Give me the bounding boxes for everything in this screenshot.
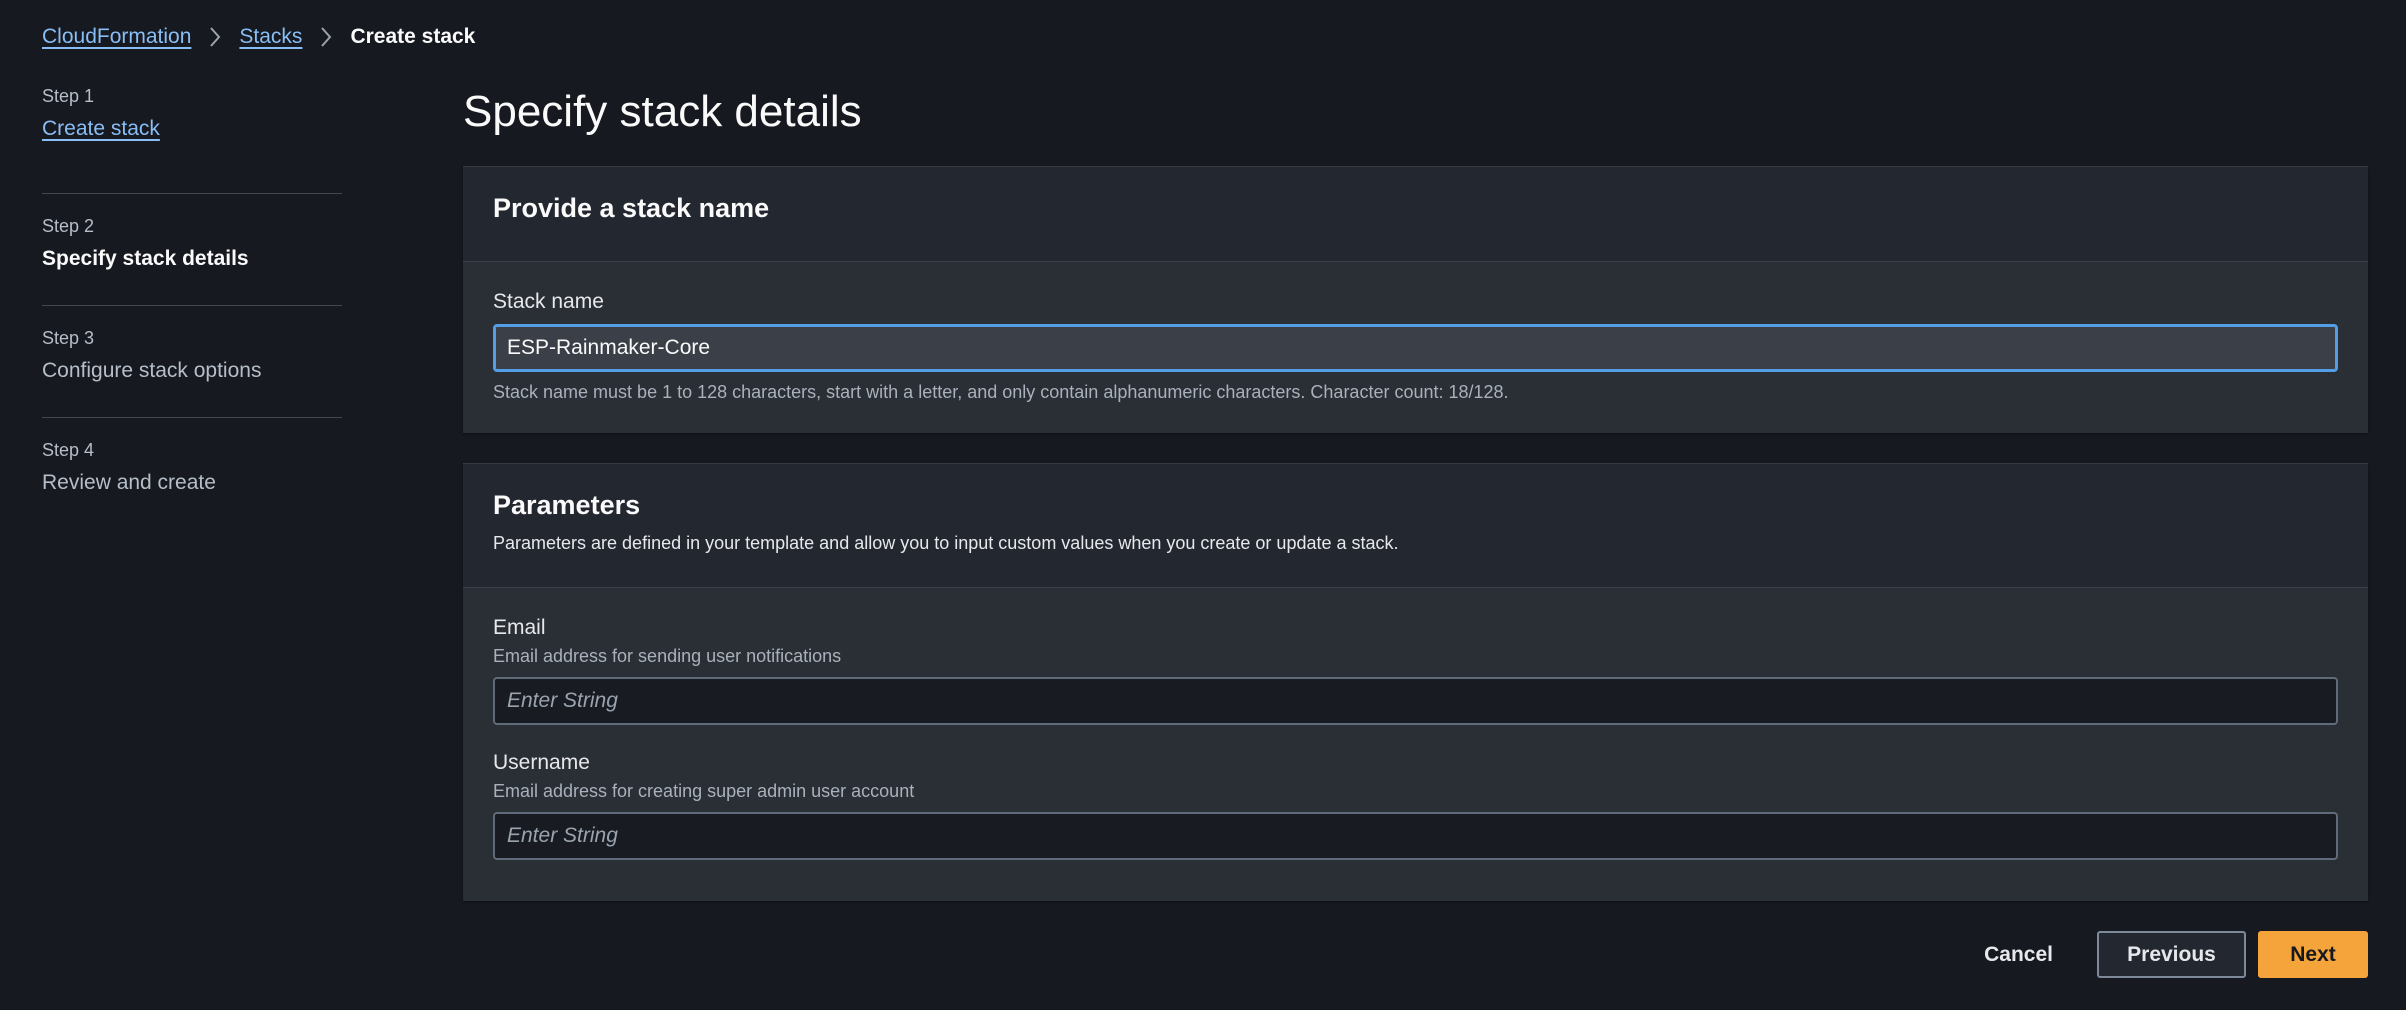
wizard-step-3: Step 3 Configure stack options <box>42 306 342 418</box>
cancel-button[interactable]: Cancel <box>1964 931 2073 978</box>
field-description: Email address for creating super admin u… <box>493 781 915 801</box>
field-description: Email address for sending user notificat… <box>493 646 842 666</box>
step-title: Review and create <box>42 471 216 494</box>
container-body: Email Email address for sending user not… <box>463 588 2368 901</box>
step-number: Step 2 <box>42 216 95 236</box>
wizard-navigation: Step 1 Create stack Step 2 Specify stack… <box>42 82 342 530</box>
main-content: Specify stack details Provide a stack na… <box>463 84 2368 901</box>
wizard-step-1: Step 1 Create stack <box>42 82 342 194</box>
chevron-right-icon <box>302 26 350 48</box>
step-number: Step 1 <box>42 86 95 106</box>
next-button[interactable]: Next <box>2258 931 2368 978</box>
container-description: Parameters are defined in your template … <box>493 533 1399 553</box>
step-link-create-stack[interactable]: Create stack <box>42 117 342 141</box>
parameters-container: Parameters Parameters are defined in you… <box>463 463 2368 901</box>
breadcrumb: CloudFormation Stacks Create stack <box>42 22 475 52</box>
email-input[interactable] <box>493 677 2338 725</box>
field-label: Stack name <box>493 290 604 313</box>
field-constraint: Stack name must be 1 to 128 characters, … <box>493 382 1509 402</box>
email-field: Email Email address for sending user not… <box>493 616 2338 725</box>
page-title: Specify stack details <box>463 87 862 136</box>
field-label: Email <box>493 616 546 639</box>
breadcrumb-stacks-link[interactable]: Stacks <box>239 25 302 49</box>
container-header: Provide a stack name <box>463 167 2368 262</box>
breadcrumb-current: Create stack <box>350 25 476 48</box>
container-header: Parameters Parameters are defined in you… <box>463 464 2368 588</box>
step-title-current: Specify stack details <box>42 247 249 270</box>
wizard-step-4: Step 4 Review and create <box>42 418 342 530</box>
stack-name-container: Provide a stack name Stack name Stack na… <box>463 166 2368 433</box>
step-number: Step 3 <box>42 328 95 348</box>
chevron-right-icon <box>191 26 239 48</box>
previous-button[interactable]: Previous <box>2097 931 2246 978</box>
wizard-step-2: Step 2 Specify stack details <box>42 194 342 306</box>
step-number: Step 4 <box>42 440 95 460</box>
container-body: Stack name Stack name must be 1 to 128 c… <box>463 262 2368 433</box>
form-actions: Cancel Previous Next <box>1964 931 2368 978</box>
breadcrumb-cloudformation-link[interactable]: CloudFormation <box>42 25 191 49</box>
container-title: Provide a stack name <box>493 193 770 223</box>
username-field: Username Email address for creating supe… <box>493 751 2338 860</box>
username-input[interactable] <box>493 812 2338 860</box>
container-title: Parameters <box>493 490 641 520</box>
stack-name-input[interactable] <box>493 324 2338 372</box>
stack-name-field: Stack name Stack name must be 1 to 128 c… <box>493 290 2338 403</box>
field-label: Username <box>493 751 590 774</box>
step-title: Configure stack options <box>42 359 262 382</box>
